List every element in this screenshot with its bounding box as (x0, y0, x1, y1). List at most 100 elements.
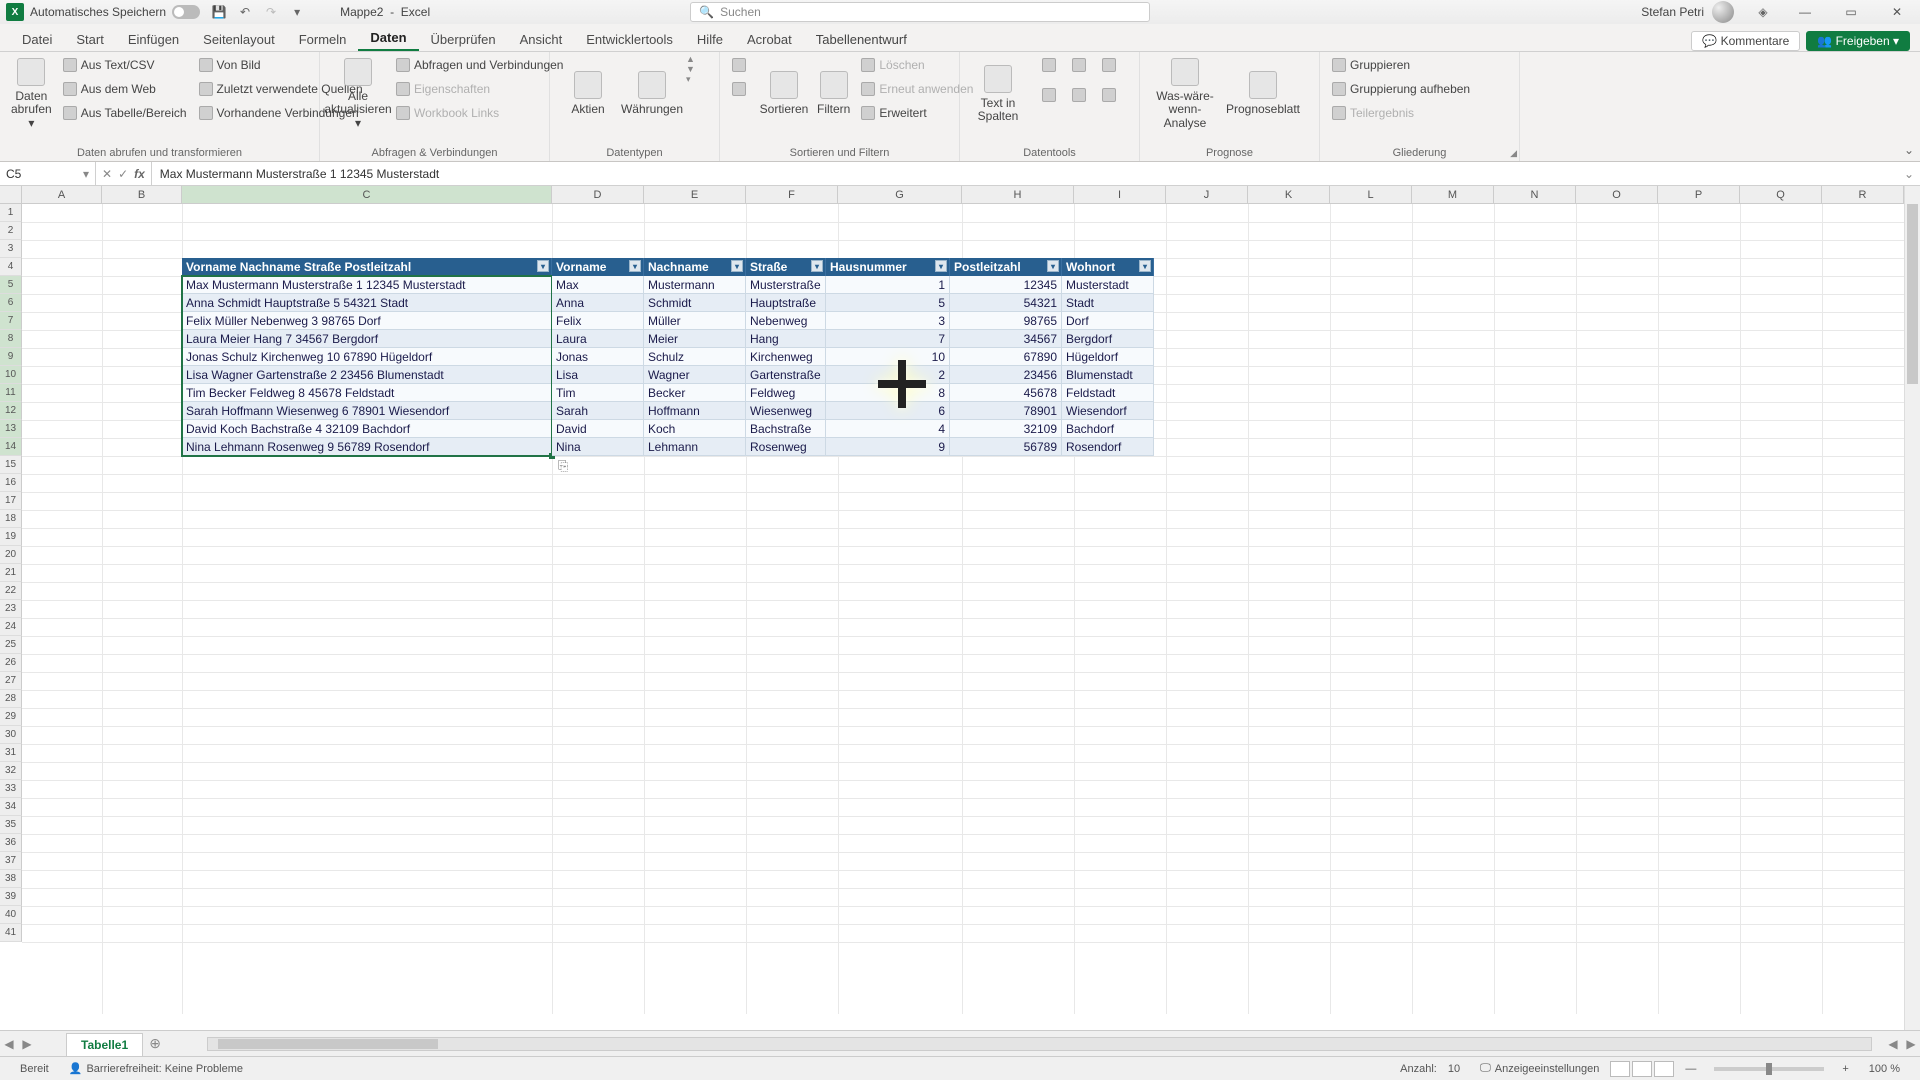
expand-formula-icon[interactable]: ⌄ (1898, 162, 1920, 185)
relationships-button[interactable] (1068, 84, 1094, 106)
data-validation-button[interactable] (1098, 54, 1124, 76)
row-header[interactable]: 37 (0, 852, 22, 870)
worksheet-area[interactable]: ABCDEFGHIJKLMNOPQR 123456789101112131415… (0, 186, 1920, 1030)
row-header[interactable]: 40 (0, 906, 22, 924)
row-header[interactable]: 32 (0, 762, 22, 780)
table-header[interactable]: Straße▾ (746, 258, 826, 276)
table-row[interactable]: David Koch Bachstraße 4 32109 Bachdorf (182, 420, 552, 438)
row-header[interactable]: 6 (0, 294, 22, 312)
select-all-corner[interactable] (0, 186, 22, 204)
remove-duplicates-button[interactable] (1068, 54, 1094, 76)
column-header[interactable]: C (182, 186, 552, 204)
close-button[interactable]: ✕ (1874, 0, 1920, 24)
row-header[interactable]: 3 (0, 240, 22, 258)
column-header[interactable]: B (102, 186, 182, 204)
column-header[interactable]: R (1822, 186, 1904, 204)
column-header[interactable]: J (1166, 186, 1248, 204)
tab-acrobat[interactable]: Acrobat (735, 26, 804, 51)
ribbon-item[interactable]: Aus Tabelle/Bereich (59, 102, 191, 124)
refresh-all-button[interactable]: Alle aktualisieren ▾ (328, 54, 388, 134)
filter-dropdown-icon[interactable]: ▾ (1047, 260, 1059, 272)
column-header[interactable]: D (552, 186, 644, 204)
table-row[interactable]: SarahHoffmannWiesenweg678901Wiesendorf (552, 402, 1154, 420)
collapse-ribbon-button[interactable]: ⌄ (1904, 143, 1914, 157)
table-header[interactable]: Nachname▾ (644, 258, 746, 276)
row-header[interactable]: 2 (0, 222, 22, 240)
row-header[interactable]: 5 (0, 276, 22, 294)
qat-customize-icon[interactable]: ▾ (288, 3, 306, 21)
row-header[interactable]: 24 (0, 618, 22, 636)
filter-dropdown-icon[interactable]: ▾ (1139, 260, 1151, 272)
table-row[interactable]: AnnaSchmidtHauptstraße554321Stadt (552, 294, 1154, 312)
view-break-button[interactable] (1654, 1061, 1674, 1077)
formula-input[interactable]: Max Mustermann Musterstraße 1 12345 Must… (152, 162, 1898, 185)
row-header[interactable]: 18 (0, 510, 22, 528)
result-table[interactable]: Vorname▾Nachname▾Straße▾Hausnummer▾Postl… (552, 258, 1154, 456)
table-header[interactable]: Vorname▾ (552, 258, 644, 276)
consolidate-button[interactable] (1038, 84, 1064, 106)
redo-icon[interactable]: ↷ (262, 3, 280, 21)
table-row[interactable]: TimBeckerFeldweg845678Feldstadt (552, 384, 1154, 402)
column-header[interactable]: H (962, 186, 1074, 204)
table-row[interactable]: Anna Schmidt Hauptstraße 5 54321 Stadt (182, 294, 552, 312)
view-layout-button[interactable] (1632, 1061, 1652, 1077)
maximize-button[interactable]: ▭ (1828, 0, 1874, 24)
row-header[interactable]: 27 (0, 672, 22, 690)
enter-icon[interactable]: ✓ (118, 167, 128, 181)
zoom-in-button[interactable]: + (1842, 1063, 1848, 1075)
row-header[interactable]: 41 (0, 924, 22, 942)
datatype-button[interactable]: Aktien (558, 54, 618, 134)
row-header[interactable]: 20 (0, 546, 22, 564)
column-header[interactable]: M (1412, 186, 1494, 204)
table-row[interactable]: LauraMeierHang734567Bergdorf (552, 330, 1154, 348)
tab-entwicklertools[interactable]: Entwicklertools (574, 26, 685, 51)
minimize-button[interactable]: — (1782, 0, 1828, 24)
sort-button[interactable]: Sortieren (758, 54, 810, 134)
column-header[interactable]: G (838, 186, 962, 204)
table-row[interactable]: Felix Müller Nebenweg 3 98765 Dorf (182, 312, 552, 330)
row-header[interactable]: 34 (0, 798, 22, 816)
table-row[interactable]: JonasSchulzKirchenweg1067890Hügeldorf (552, 348, 1154, 366)
datatype-button[interactable]: Währungen (622, 54, 682, 134)
row-header[interactable]: 7 (0, 312, 22, 330)
tab-seitenlayout[interactable]: Seitenlayout (191, 26, 287, 51)
vertical-scrollbar[interactable] (1904, 186, 1920, 1030)
account-button[interactable]: Stefan Petri (1641, 1, 1734, 23)
tab-tabellenentwurf[interactable]: Tabellenentwurf (804, 26, 919, 51)
table-header[interactable]: Hausnummer▾ (826, 258, 950, 276)
scroll-left-icon[interactable]: ◀ (1884, 1037, 1902, 1051)
row-header[interactable]: 39 (0, 888, 22, 906)
row-header[interactable]: 19 (0, 528, 22, 546)
table-row[interactable]: Max Mustermann Musterstraße 1 12345 Must… (182, 276, 552, 294)
row-header[interactable]: 12 (0, 402, 22, 420)
filter-dropdown-icon[interactable]: ▾ (935, 260, 947, 272)
autosave-toggle[interactable] (172, 5, 200, 19)
row-header[interactable]: 21 (0, 564, 22, 582)
table-row[interactable]: Lisa Wagner Gartenstraße 2 23456 Blumens… (182, 366, 552, 384)
column-header[interactable]: A (22, 186, 102, 204)
view-normal-button[interactable] (1610, 1061, 1630, 1077)
table-row[interactable]: Jonas Schulz Kirchenweg 10 67890 Hügeldo… (182, 348, 552, 366)
sheet-nav-prev[interactable]: ◀ (0, 1037, 18, 1051)
table-row[interactable]: Tim Becker Feldweg 8 45678 Feldstadt (182, 384, 552, 402)
row-header[interactable]: 30 (0, 726, 22, 744)
sort-desc-button[interactable] (728, 78, 750, 100)
search-box[interactable]: 🔍 Suchen (690, 2, 1150, 22)
row-header[interactable]: 16 (0, 474, 22, 492)
column-header[interactable]: N (1494, 186, 1576, 204)
row-header[interactable]: 25 (0, 636, 22, 654)
undo-icon[interactable]: ↶ (236, 3, 254, 21)
diamond-icon[interactable]: ◈ (1754, 3, 1772, 21)
row-headers[interactable]: 1234567891011121314151617181920212223242… (0, 204, 22, 942)
column-header[interactable]: L (1330, 186, 1412, 204)
row-header[interactable]: 17 (0, 492, 22, 510)
table-row[interactable]: MaxMustermannMusterstraße112345Mustersta… (552, 276, 1154, 294)
table-header[interactable]: Vorname Nachname Straße Postleitzahl▾ (182, 258, 552, 276)
row-header[interactable]: 13 (0, 420, 22, 438)
expand-icon[interactable]: ▾ (686, 74, 695, 85)
tab-hilfe[interactable]: Hilfe (685, 26, 735, 51)
row-header[interactable]: 23 (0, 600, 22, 618)
ribbon-item[interactable]: Aus dem Web (59, 78, 191, 100)
sheet-nav-next[interactable]: ▶ (18, 1037, 36, 1051)
tab-formeln[interactable]: Formeln (287, 26, 359, 51)
